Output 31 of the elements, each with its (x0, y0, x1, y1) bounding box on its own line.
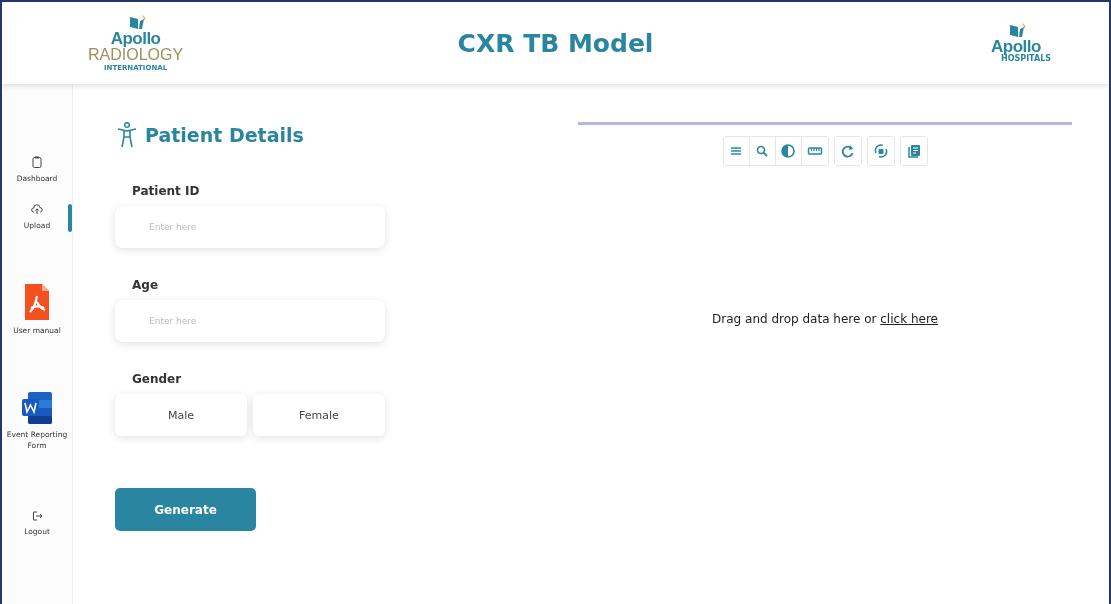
logo-name: HOSPITALS (1001, 55, 1051, 63)
menu-tool-button[interactable] (723, 137, 750, 165)
pdf-file-icon (25, 283, 49, 320)
word-document-icon (22, 391, 52, 424)
generate-button[interactable]: Generate (115, 488, 256, 531)
rotate-camera-tool-button[interactable] (867, 137, 894, 165)
document-stack-icon (905, 143, 922, 159)
logout-icon (31, 511, 43, 522)
dropzone-text: Drag and drop data here or click here (712, 312, 938, 326)
field-label: Age (132, 278, 159, 292)
gender-option[interactable]: Female (253, 394, 385, 436)
upload-link[interactable]: click here (880, 312, 938, 326)
input-field[interactable]: Enter here (115, 300, 385, 342)
cloud-upload-icon (31, 204, 43, 216)
app-title: CXR TB Model (457, 28, 654, 58)
logo-brand: Apollo (110, 29, 161, 47)
reset-tool-button[interactable] (834, 137, 861, 165)
field-label: Gender (132, 372, 183, 386)
field-label: Patient ID (132, 184, 201, 198)
gender-option[interactable]: Male (115, 394, 247, 436)
clipboard-icon (32, 156, 42, 168)
person-icon (117, 122, 137, 148)
reset-icon (839, 143, 856, 159)
logo-brand: Apollo (991, 38, 1041, 55)
search-icon (754, 143, 770, 159)
logo-name: RADIOLOGY (88, 46, 184, 63)
rotate-camera-icon (872, 143, 889, 159)
input-field[interactable]: Enter here (115, 206, 385, 248)
contrast-icon (780, 143, 796, 159)
section-heading: Patient Details (145, 124, 304, 146)
document-stack-tool-button[interactable] (900, 137, 927, 165)
